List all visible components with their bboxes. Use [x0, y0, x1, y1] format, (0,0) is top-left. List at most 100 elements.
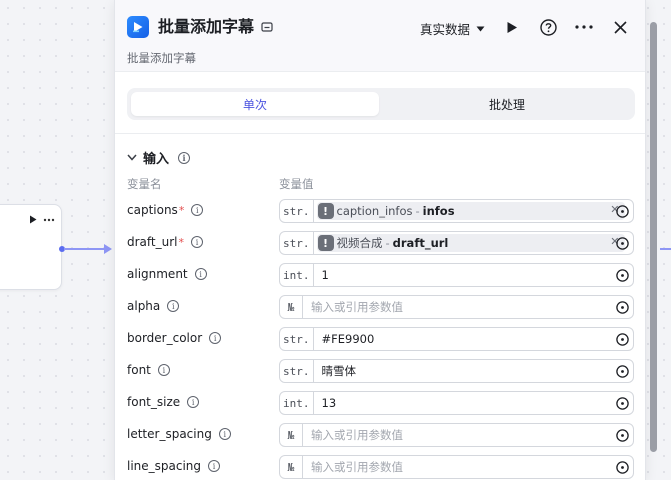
param-value[interactable]: 13 [314, 396, 634, 410]
variable-icon[interactable] [616, 397, 629, 410]
param-input[interactable]: str. ! 视频合成 - draft_url ✕ [279, 231, 634, 255]
required-mark: * [178, 203, 185, 217]
info-icon[interactable]: i [167, 300, 180, 312]
more-button[interactable] [574, 17, 594, 37]
param-input[interactable]: str. #FE9900 [279, 327, 634, 351]
panel-header: 批量添加字幕 批量添加字幕 真实数据 [115, 0, 645, 72]
variable-icon[interactable] [616, 237, 629, 250]
play-icon [507, 21, 517, 33]
more-icon [575, 25, 593, 29]
type-tag: № [280, 296, 303, 318]
help-icon [539, 18, 557, 36]
param-value[interactable]: 1 [314, 268, 634, 282]
type-tag: № [280, 424, 303, 446]
warning-icon: ! [317, 235, 334, 251]
canvas-node[interactable] [0, 204, 62, 290]
param-name: letter_spacing [127, 427, 212, 441]
param-value[interactable]: #FE9900 [314, 332, 634, 346]
param-value[interactable]: 晴雪体 [314, 363, 634, 379]
param-input[interactable]: int. 1 [279, 263, 634, 287]
param-name: line_spacing [127, 459, 202, 473]
param-input[interactable]: № 输入或引用参数值 [279, 423, 634, 447]
type-tag: str. [280, 200, 314, 222]
variable-icon[interactable] [616, 205, 629, 218]
variable-icon[interactable] [616, 269, 629, 282]
param-name: alignment [127, 267, 188, 281]
panel-title: 批量添加字幕 [158, 17, 255, 36]
type-tag: № [280, 456, 303, 478]
close-icon [613, 20, 627, 34]
edge-connection-out [660, 248, 671, 250]
tab-batch[interactable]: 批处理 [383, 92, 631, 116]
mode-tabs: 单次 批处理 [127, 88, 635, 120]
param-value[interactable]: 输入或引用参数值 [303, 427, 633, 443]
param-row: alignment i int. 1 [115, 263, 645, 287]
param-row: captions * i str. ! caption_infos - infos … [115, 199, 645, 223]
param-row: letter_spacing i № 输入或引用参数值 [115, 423, 645, 447]
ref-node-name: caption_infos [336, 204, 413, 218]
param-name: captions [127, 203, 178, 217]
help-button[interactable] [538, 17, 558, 37]
info-icon[interactable]: i [187, 396, 200, 408]
variable-icon[interactable] [616, 333, 629, 346]
more-icon[interactable] [43, 218, 55, 222]
param-row: border_color i str. #FE9900 [115, 327, 645, 351]
variable-icon[interactable] [616, 365, 629, 378]
info-icon[interactable]: i [191, 204, 204, 216]
param-value[interactable]: 输入或引用参数值 [303, 459, 633, 475]
param-label: border_color i [127, 331, 222, 345]
ref-variable-name: infos [422, 204, 455, 218]
info-icon[interactable]: i [209, 332, 222, 344]
node-actions [29, 215, 55, 224]
data-mode-select[interactable]: 真实数据 [420, 19, 485, 38]
scrollbar[interactable] [650, 22, 657, 452]
param-name: border_color [127, 331, 203, 345]
param-row: font_size i int. 13 [115, 391, 645, 415]
type-tag: int. [280, 392, 314, 414]
param-input[interactable]: int. 13 [279, 391, 634, 415]
variable-reference-chip[interactable]: ! 视频合成 - draft_url ✕ [316, 234, 625, 252]
app-icon [127, 16, 149, 38]
variable-icon[interactable] [616, 301, 629, 314]
type-tag: str. [280, 232, 314, 254]
variable-reference-chip[interactable]: ! caption_infos - infos ✕ [316, 202, 625, 220]
edit-icon[interactable] [261, 21, 273, 33]
type-tag: str. [280, 328, 314, 350]
info-icon[interactable]: i [218, 428, 231, 440]
warning-icon: ! [317, 203, 334, 219]
param-row: font i str. 晴雪体 [115, 359, 645, 383]
param-row: alpha i № 输入或引用参数值 [115, 295, 645, 319]
param-label: alignment i [127, 267, 207, 281]
param-label: line_spacing i [127, 459, 221, 473]
collapse-icon[interactable] [127, 154, 137, 161]
tab-single[interactable]: 单次 [131, 92, 379, 116]
info-icon[interactable]: i [208, 460, 221, 472]
param-label: letter_spacing i [127, 427, 231, 441]
variable-icon[interactable] [616, 461, 629, 474]
ref-node-name: 视频合成 [336, 236, 383, 250]
panel-subtitle: 批量添加字幕 [127, 51, 196, 65]
close-button[interactable] [610, 17, 630, 37]
info-icon[interactable]: i [191, 236, 203, 248]
node-config-panel: 批量添加字幕 批量添加字幕 真实数据 单次 批处理 输入 i 变量名 变量值 c… [114, 0, 646, 480]
param-input[interactable]: str. 晴雪体 [279, 359, 634, 383]
param-value[interactable]: 输入或引用参数值 [303, 299, 633, 315]
param-label: font_size i [127, 395, 200, 409]
param-label: draft_url * i [127, 235, 203, 249]
ref-separator: - [415, 204, 420, 218]
param-name: font [127, 363, 151, 377]
info-icon[interactable]: i [178, 151, 191, 164]
info-icon[interactable]: i [194, 268, 207, 280]
param-label: alpha i [127, 299, 180, 313]
run-button[interactable] [502, 17, 522, 37]
param-input[interactable]: № 输入或引用参数值 [279, 455, 634, 479]
param-row: draft_url * i str. ! 视频合成 - draft_url ✕ [115, 231, 645, 255]
param-input[interactable]: № 输入或引用参数值 [279, 295, 634, 319]
variable-icon[interactable] [616, 429, 629, 442]
column-header-value: 变量值 [279, 177, 314, 191]
inputs-section-header[interactable]: 输入 i [127, 148, 191, 167]
edge-arrow-icon [104, 244, 112, 254]
param-input[interactable]: str. ! caption_infos - infos ✕ [279, 199, 634, 223]
play-icon[interactable] [29, 215, 37, 224]
info-icon[interactable]: i [157, 364, 170, 376]
